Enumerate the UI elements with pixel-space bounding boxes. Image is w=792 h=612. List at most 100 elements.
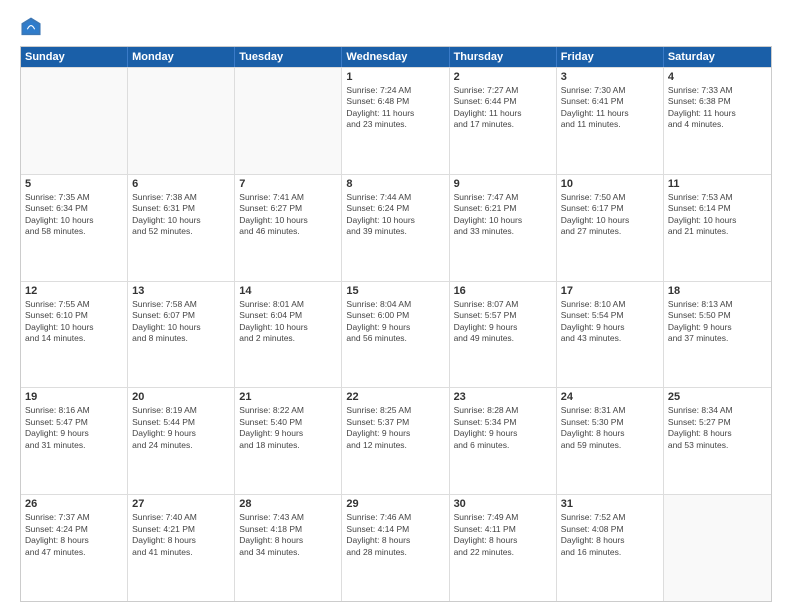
day-info: Sunrise: 7:47 AM Sunset: 6:21 PM Dayligh… — [454, 192, 552, 238]
day-number: 25 — [668, 391, 767, 403]
day-number: 5 — [25, 178, 123, 190]
day-info: Sunrise: 8:07 AM Sunset: 5:57 PM Dayligh… — [454, 299, 552, 345]
day-info: Sunrise: 7:52 AM Sunset: 4:08 PM Dayligh… — [561, 512, 659, 558]
day-number: 2 — [454, 71, 552, 83]
day-info: Sunrise: 7:35 AM Sunset: 6:34 PM Dayligh… — [25, 192, 123, 238]
day-number: 26 — [25, 498, 123, 510]
day-info: Sunrise: 7:49 AM Sunset: 4:11 PM Dayligh… — [454, 512, 552, 558]
day-cell-2: 2 Sunrise: 7:27 AM Sunset: 6:44 PM Daylig… — [450, 68, 557, 174]
header-day-tuesday: Tuesday — [235, 47, 342, 67]
empty-cell — [128, 68, 235, 174]
day-cell-16: 16 Sunrise: 8:07 AM Sunset: 5:57 PM Dayli… — [450, 282, 557, 388]
day-info: Sunrise: 7:30 AM Sunset: 6:41 PM Dayligh… — [561, 85, 659, 131]
day-info: Sunrise: 7:44 AM Sunset: 6:24 PM Dayligh… — [346, 192, 444, 238]
header-day-saturday: Saturday — [664, 47, 771, 67]
logo — [20, 16, 46, 38]
header-day-monday: Monday — [128, 47, 235, 67]
day-info: Sunrise: 7:27 AM Sunset: 6:44 PM Dayligh… — [454, 85, 552, 131]
header-day-wednesday: Wednesday — [342, 47, 449, 67]
calendar-header: SundayMondayTuesdayWednesdayThursdayFrid… — [21, 47, 771, 67]
day-cell-22: 22Sunrise: 8:25 AM Sunset: 5:37 PM Dayli… — [342, 388, 449, 494]
day-cell-19: 19 Sunrise: 8:16 AM Sunset: 5:47 PM Dayli… — [21, 388, 128, 494]
day-cell-15: 15Sunrise: 8:04 AM Sunset: 6:00 PM Dayli… — [342, 282, 449, 388]
day-info: Sunrise: 8:34 AM Sunset: 5:27 PM Dayligh… — [668, 405, 767, 451]
day-cell-29: 29 Sunrise: 7:46 AM Sunset: 4:14 PM Dayli… — [342, 495, 449, 601]
day-cell-14: 14 Sunrise: 8:01 AM Sunset: 6:04 PM Dayli… — [235, 282, 342, 388]
calendar-week-4: 19 Sunrise: 8:16 AM Sunset: 5:47 PM Dayli… — [21, 387, 771, 494]
day-cell-9: 9 Sunrise: 7:47 AM Sunset: 6:21 PM Daylig… — [450, 175, 557, 281]
day-cell-27: 27Sunrise: 7:40 AM Sunset: 4:21 PM Dayli… — [128, 495, 235, 601]
empty-cell — [21, 68, 128, 174]
day-number: 11 — [668, 178, 767, 190]
page: SundayMondayTuesdayWednesdayThursdayFrid… — [0, 0, 792, 612]
day-cell-4: 4 Sunrise: 7:33 AM Sunset: 6:38 PM Daylig… — [664, 68, 771, 174]
day-number: 19 — [25, 391, 123, 403]
day-info: Sunrise: 7:50 AM Sunset: 6:17 PM Dayligh… — [561, 192, 659, 238]
day-info: Sunrise: 7:55 AM Sunset: 6:10 PM Dayligh… — [25, 299, 123, 345]
day-info: Sunrise: 8:19 AM Sunset: 5:44 PM Dayligh… — [132, 405, 230, 451]
day-number: 28 — [239, 498, 337, 510]
day-number: 16 — [454, 285, 552, 297]
day-cell-5: 5 Sunrise: 7:35 AM Sunset: 6:34 PM Daylig… — [21, 175, 128, 281]
day-cell-20: 20 Sunrise: 8:19 AM Sunset: 5:44 PM Dayli… — [128, 388, 235, 494]
day-cell-18: 18 Sunrise: 8:13 AM Sunset: 5:50 PM Dayli… — [664, 282, 771, 388]
day-info: Sunrise: 7:33 AM Sunset: 6:38 PM Dayligh… — [668, 85, 767, 131]
day-info: Sunrise: 7:58 AM Sunset: 6:07 PM Dayligh… — [132, 299, 230, 345]
logo-icon — [20, 16, 42, 38]
day-info: Sunrise: 7:24 AM Sunset: 6:48 PM Dayligh… — [346, 85, 444, 131]
day-cell-1: 1 Sunrise: 7:24 AM Sunset: 6:48 PM Daylig… — [342, 68, 449, 174]
day-number: 3 — [561, 71, 659, 83]
day-number: 14 — [239, 285, 337, 297]
day-number: 8 — [346, 178, 444, 190]
day-info: Sunrise: 7:40 AM Sunset: 4:21 PM Dayligh… — [132, 512, 230, 558]
day-cell-10: 10 Sunrise: 7:50 AM Sunset: 6:17 PM Dayli… — [557, 175, 664, 281]
header-day-friday: Friday — [557, 47, 664, 67]
day-info: Sunrise: 8:22 AM Sunset: 5:40 PM Dayligh… — [239, 405, 337, 451]
day-info: Sunrise: 8:16 AM Sunset: 5:47 PM Dayligh… — [25, 405, 123, 451]
empty-cell — [235, 68, 342, 174]
calendar-week-1: 1 Sunrise: 7:24 AM Sunset: 6:48 PM Daylig… — [21, 67, 771, 174]
day-cell-3: 3 Sunrise: 7:30 AM Sunset: 6:41 PM Daylig… — [557, 68, 664, 174]
day-cell-13: 13 Sunrise: 7:58 AM Sunset: 6:07 PM Dayli… — [128, 282, 235, 388]
day-number: 20 — [132, 391, 230, 403]
day-cell-30: 30 Sunrise: 7:49 AM Sunset: 4:11 PM Dayli… — [450, 495, 557, 601]
day-info: Sunrise: 7:38 AM Sunset: 6:31 PM Dayligh… — [132, 192, 230, 238]
header-day-thursday: Thursday — [450, 47, 557, 67]
day-number: 1 — [346, 71, 444, 83]
day-number: 30 — [454, 498, 552, 510]
day-number: 4 — [668, 71, 767, 83]
day-cell-17: 17Sunrise: 8:10 AM Sunset: 5:54 PM Dayli… — [557, 282, 664, 388]
day-cell-23: 23Sunrise: 8:28 AM Sunset: 5:34 PM Dayli… — [450, 388, 557, 494]
day-cell-11: 11 Sunrise: 7:53 AM Sunset: 6:14 PM Dayli… — [664, 175, 771, 281]
header — [20, 16, 772, 38]
day-cell-26: 26Sunrise: 7:37 AM Sunset: 4:24 PM Dayli… — [21, 495, 128, 601]
day-number: 13 — [132, 285, 230, 297]
day-number: 31 — [561, 498, 659, 510]
day-info: Sunrise: 7:53 AM Sunset: 6:14 PM Dayligh… — [668, 192, 767, 238]
calendar-week-5: 26Sunrise: 7:37 AM Sunset: 4:24 PM Dayli… — [21, 494, 771, 601]
day-number: 22 — [346, 391, 444, 403]
day-number: 29 — [346, 498, 444, 510]
day-number: 10 — [561, 178, 659, 190]
day-cell-25: 25 Sunrise: 8:34 AM Sunset: 5:27 PM Dayli… — [664, 388, 771, 494]
day-cell-21: 21 Sunrise: 8:22 AM Sunset: 5:40 PM Dayli… — [235, 388, 342, 494]
day-number: 12 — [25, 285, 123, 297]
day-info: Sunrise: 7:43 AM Sunset: 4:18 PM Dayligh… — [239, 512, 337, 558]
day-info: Sunrise: 7:46 AM Sunset: 4:14 PM Dayligh… — [346, 512, 444, 558]
day-number: 15 — [346, 285, 444, 297]
day-cell-8: 8 Sunrise: 7:44 AM Sunset: 6:24 PM Daylig… — [342, 175, 449, 281]
header-day-sunday: Sunday — [21, 47, 128, 67]
day-number: 21 — [239, 391, 337, 403]
calendar-week-3: 12 Sunrise: 7:55 AM Sunset: 6:10 PM Dayli… — [21, 281, 771, 388]
empty-cell — [664, 495, 771, 601]
day-number: 7 — [239, 178, 337, 190]
day-info: Sunrise: 7:41 AM Sunset: 6:27 PM Dayligh… — [239, 192, 337, 238]
day-info: Sunrise: 8:01 AM Sunset: 6:04 PM Dayligh… — [239, 299, 337, 345]
day-number: 18 — [668, 285, 767, 297]
day-info: Sunrise: 8:10 AM Sunset: 5:54 PM Dayligh… — [561, 299, 659, 345]
day-info: Sunrise: 8:13 AM Sunset: 5:50 PM Dayligh… — [668, 299, 767, 345]
day-number: 9 — [454, 178, 552, 190]
day-info: Sunrise: 8:28 AM Sunset: 5:34 PM Dayligh… — [454, 405, 552, 451]
calendar-body: 1 Sunrise: 7:24 AM Sunset: 6:48 PM Daylig… — [21, 67, 771, 601]
calendar: SundayMondayTuesdayWednesdayThursdayFrid… — [20, 46, 772, 602]
